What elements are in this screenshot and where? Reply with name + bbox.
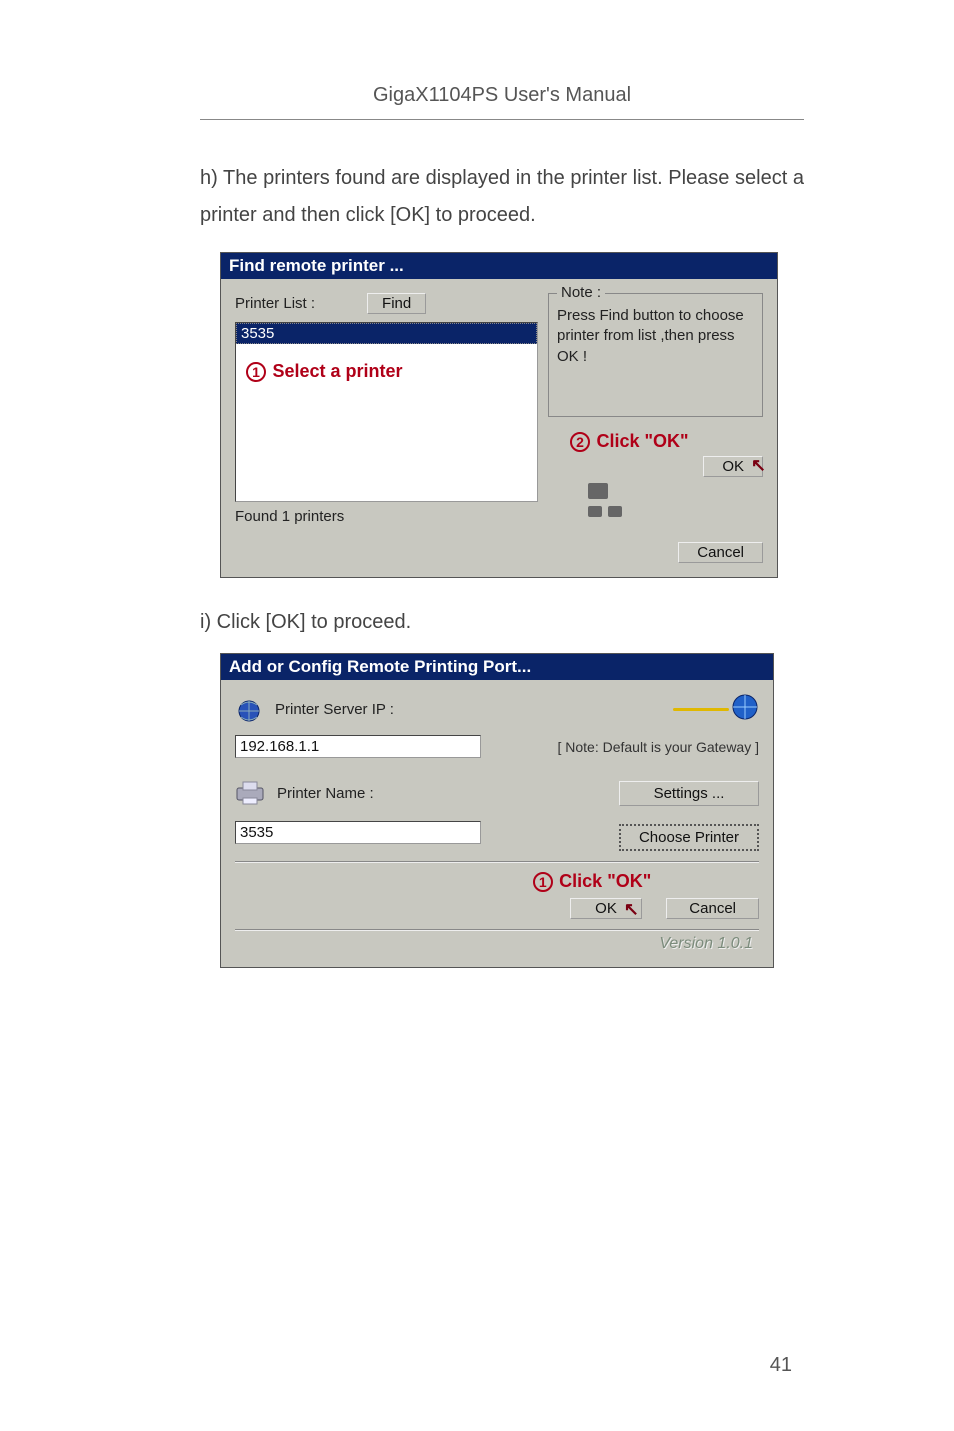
printer-name-label: Printer Name : — [277, 785, 374, 802]
printer-icon — [588, 506, 602, 517]
cancel-button[interactable]: Cancel — [678, 542, 763, 563]
printer-server-ip-label: Printer Server IP : — [275, 701, 394, 718]
note-body: Press Find button to choose printer from… — [557, 306, 754, 367]
find-button[interactable]: Find — [367, 293, 426, 314]
manual-header: GigaX1104PS User's Manual — [200, 84, 804, 120]
network-globe-icon — [235, 695, 265, 725]
printer-name-input[interactable]: 3535 — [235, 821, 481, 844]
version-label: Version 1.0.1 — [235, 931, 759, 961]
find-remote-printer-dialog: Find remote printer ... Printer List : F… — [220, 252, 778, 578]
printer-icon — [588, 483, 608, 499]
paragraph-h: h) The printers found are displayed in t… — [200, 160, 804, 234]
page-number: 41 — [770, 1354, 792, 1377]
ok-button-label: OK — [722, 458, 744, 475]
paragraph-i: i) Click [OK] to proceed. — [200, 604, 804, 641]
globe-server-icon — [729, 692, 759, 727]
annotation-circle-1-dlg2: 1 — [533, 872, 553, 892]
annotation-select-printer: Select a printer — [272, 361, 402, 381]
settings-button[interactable]: Settings ... — [619, 781, 759, 806]
gateway-note-label: [ Note: Default is your Gateway ] — [557, 739, 759, 755]
dialog2-title: Add or Config Remote Printing Port... — [221, 654, 773, 680]
note-groupbox: Note : Press Find button to choose print… — [548, 293, 763, 417]
cancel-button-dlg2[interactable]: Cancel — [666, 898, 759, 919]
annotation-circle-2: 2 — [570, 432, 590, 452]
ok-button[interactable]: OK ↖ — [703, 456, 763, 477]
note-legend: Note : — [557, 284, 605, 301]
printer-icon — [608, 506, 622, 517]
printer-list-item-selected[interactable]: 3535 — [236, 323, 537, 344]
annotation-click-ok-2: Click "OK" — [559, 871, 651, 891]
choose-printer-button[interactable]: Choose Printer — [619, 824, 759, 851]
divider — [235, 861, 759, 863]
found-printers-status: Found 1 printers — [235, 508, 538, 525]
annotation-click-ok-1: Click "OK" — [596, 431, 688, 451]
printer-list-label: Printer List : — [235, 295, 315, 312]
ok-button-dlg2-label: OK — [595, 900, 617, 917]
cursor-icon: ↖ — [624, 899, 639, 920]
add-config-remote-port-dialog: Add or Config Remote Printing Port... Pr… — [220, 653, 774, 968]
annotation-circle-1: 1 — [246, 362, 266, 382]
cursor-icon: ↖ — [751, 455, 766, 476]
printer-server-ip-input[interactable]: 192.168.1.1 — [235, 735, 481, 758]
connection-line-icon — [673, 708, 729, 711]
ok-button-dlg2[interactable]: OK ↖ — [570, 898, 642, 919]
printer-icon — [235, 780, 267, 806]
dialog1-title: Find remote printer ... — [221, 253, 777, 279]
printer-list-box[interactable]: 3535 1 Select a printer — [235, 322, 538, 502]
